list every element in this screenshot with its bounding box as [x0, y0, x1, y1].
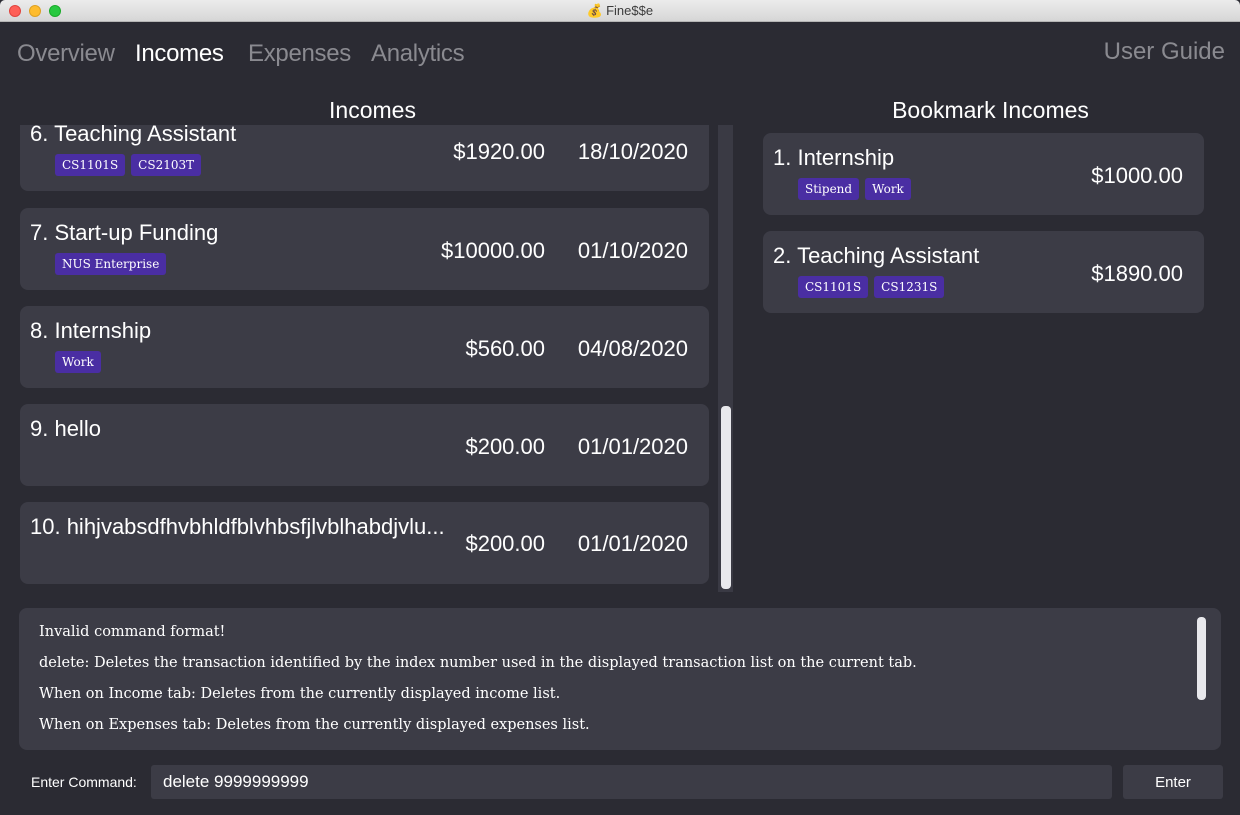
command-label: Enter Command:: [31, 774, 137, 790]
income-tags: NUS Enterprise: [55, 253, 167, 275]
income-amount: $200.00: [465, 434, 545, 459]
income-date: 04/08/2020: [577, 336, 688, 361]
result-line: When on Income tab: Deletes from the cur…: [39, 686, 561, 702]
category-tag: Work: [55, 351, 101, 373]
bookmark-amount: $1890.00: [1091, 261, 1183, 286]
income-card[interactable]: 10. hihjvabsdfhvbhldfblvhbsfjlvblhabdjvl…: [20, 502, 709, 584]
bookmark-title: 2. Teaching Assistant: [773, 243, 980, 268]
income-amount: $1920.00: [453, 139, 545, 164]
command-input[interactable]: [151, 765, 1112, 799]
result-line: When on Expenses tab: Deletes from the c…: [39, 717, 590, 733]
income-title: 10. hihjvabsdfhvbhldfblvhbsfjlvblhabdjvl…: [30, 514, 445, 539]
income-card[interactable]: 8. Internship Work $560.00 04/08/2020: [20, 306, 709, 388]
window-titlebar: 💰 Fine$$e: [0, 0, 1240, 22]
category-tag: CS1231S: [874, 276, 945, 298]
income-amount: $200.00: [465, 531, 545, 556]
income-date: 01/10/2020: [577, 238, 688, 263]
income-amount: $560.00: [465, 336, 545, 361]
income-card[interactable]: 7. Start-up Funding NUS Enterprise $1000…: [20, 208, 709, 290]
income-title: 7. Start-up Funding: [30, 220, 219, 245]
income-tags: Work: [55, 351, 101, 373]
income-amount: $10000.00: [441, 238, 545, 263]
bookmark-tags: Stipend Work: [798, 178, 911, 200]
category-tag: CS1101S: [798, 276, 869, 298]
result-line: delete: Deletes the transaction identifi…: [39, 655, 917, 671]
money-bag-icon: 💰: [586, 3, 604, 18]
result-line: Invalid command format!: [39, 624, 226, 640]
bookmark-incomes-heading: Bookmark Incomes: [892, 97, 1089, 123]
category-tag: Work: [865, 178, 911, 200]
category-tag: Stipend: [798, 178, 860, 200]
category-tag: NUS Enterprise: [55, 253, 167, 275]
incomes-scrollbar-thumb[interactable]: [721, 406, 731, 589]
result-display[interactable]: Invalid command format! delete: Deletes …: [19, 608, 1221, 750]
income-tags: CS1101S CS2103T: [55, 154, 202, 176]
bookmark-tags: CS1101S CS1231S: [798, 276, 945, 298]
user-guide-link[interactable]: User Guide: [1104, 38, 1225, 66]
income-title: 8. Internship: [30, 318, 152, 343]
category-tag: CS1101S: [55, 154, 126, 176]
tab-analytics[interactable]: Analytics: [371, 40, 465, 68]
income-date: 01/01/2020: [577, 531, 688, 556]
result-scrollbar-thumb[interactable]: [1197, 617, 1206, 700]
window-title: 💰 Fine$$e: [0, 3, 1240, 19]
incomes-list[interactable]: 6. Teaching Assistant CS1101S CS2103T $1…: [20, 125, 710, 593]
incomes-heading: Incomes: [329, 97, 416, 123]
tab-incomes[interactable]: Incomes: [135, 40, 224, 68]
income-card[interactable]: 6. Teaching Assistant CS1101S CS2103T $1…: [20, 125, 709, 191]
income-title: 9. hello: [30, 416, 101, 441]
enter-button[interactable]: Enter: [1123, 765, 1223, 799]
bookmark-income-card[interactable]: 1. Internship Stipend Work $1000.00: [763, 133, 1204, 215]
bookmark-title: 1. Internship: [773, 145, 895, 170]
tab-expenses[interactable]: Expenses: [248, 40, 351, 68]
tab-overview[interactable]: Overview: [17, 40, 115, 68]
category-tag: CS2103T: [131, 154, 202, 176]
bookmark-income-card[interactable]: 2. Teaching Assistant CS1101S CS1231S $1…: [763, 231, 1204, 313]
income-card[interactable]: 9. hello $200.00 01/01/2020: [20, 404, 709, 486]
income-date: 18/10/2020: [577, 139, 688, 164]
bookmark-amount: $1000.00: [1091, 163, 1183, 188]
income-date: 01/01/2020: [577, 434, 688, 459]
window-title-text: Fine$$e: [606, 3, 654, 18]
income-title: 6. Teaching Assistant: [30, 125, 237, 146]
